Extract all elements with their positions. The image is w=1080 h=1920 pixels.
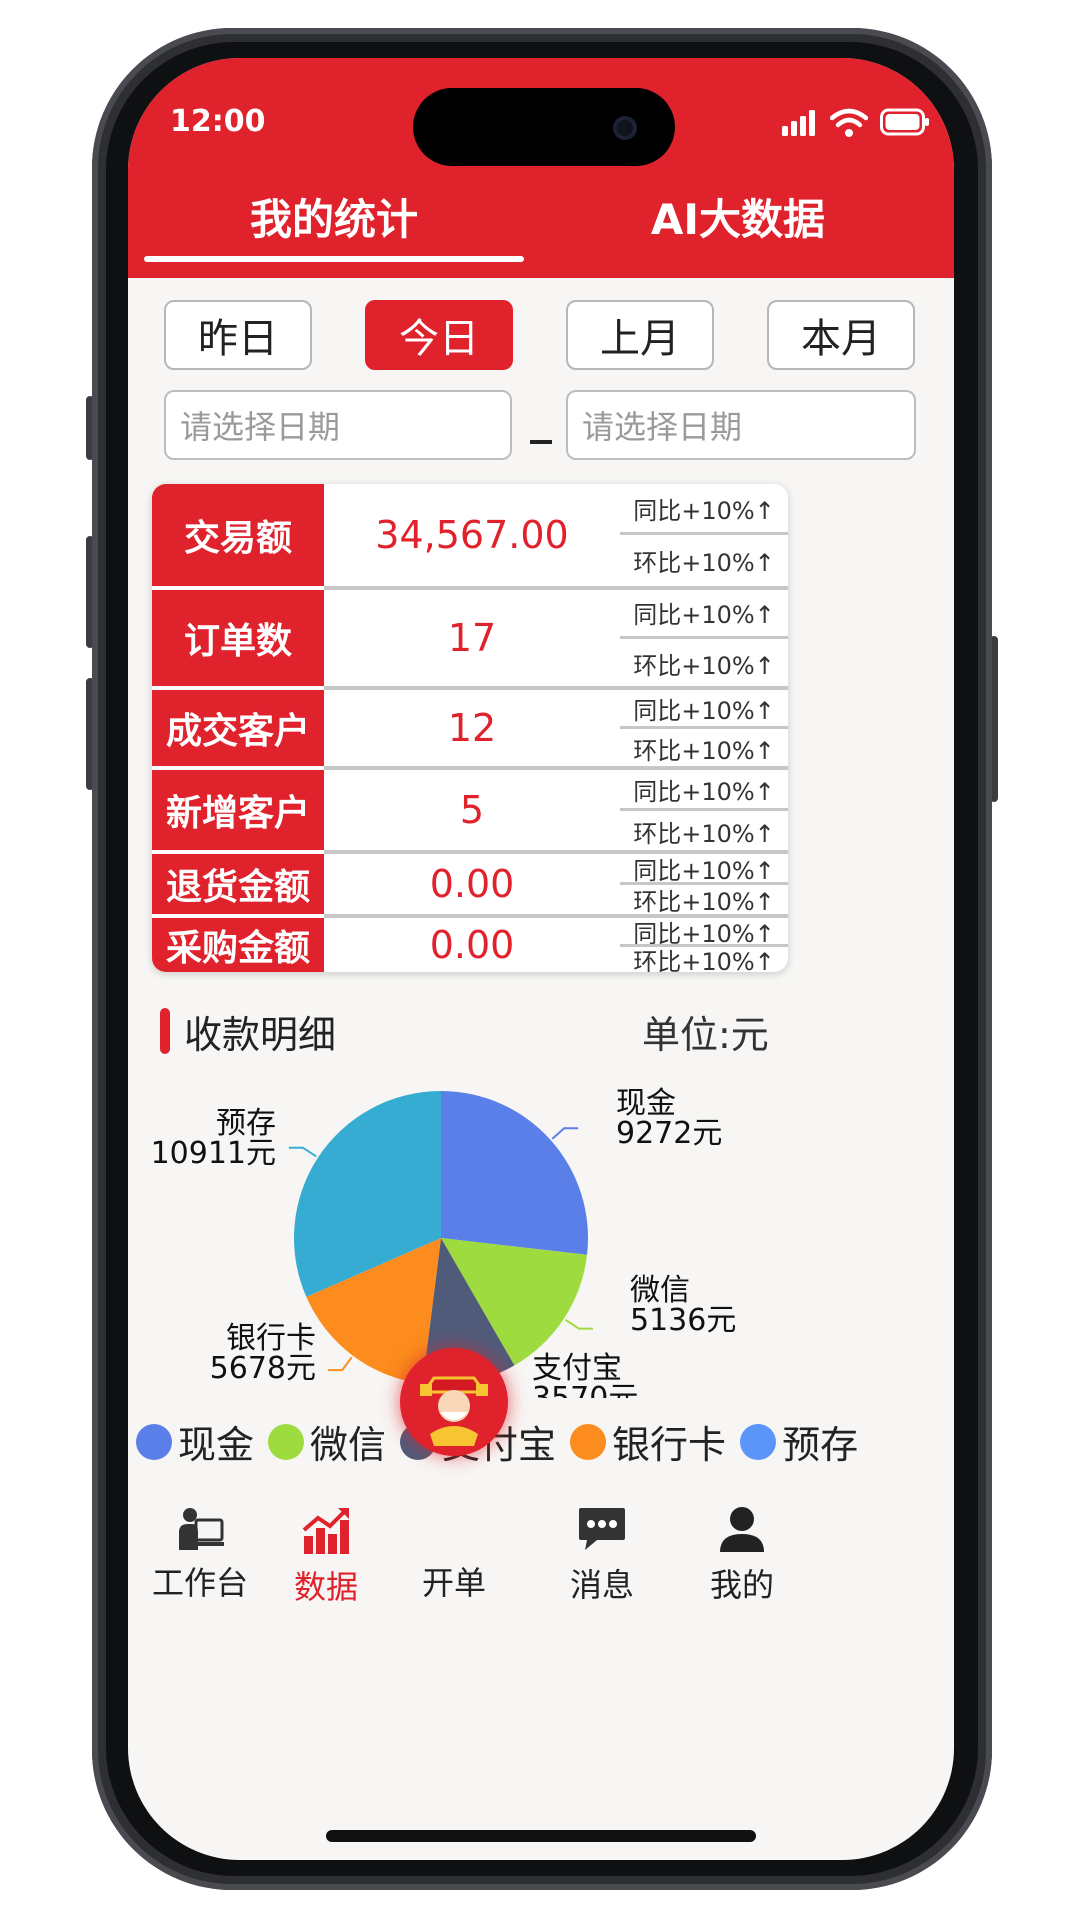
stat-yoy: 同比+10%↑ [633,600,775,629]
cmp-divider [620,636,788,639]
section-accent-bar [160,1008,170,1054]
fortune-god-icon [408,1356,500,1448]
stat-label: 交易额 [152,484,324,586]
stat-mom: 环比+10%↑ [633,549,775,577]
stat-value: 17 [447,616,497,660]
stat-yoy: 同比+10%↑ [633,696,775,725]
nav-messages[interactable]: 消息 [532,1506,672,1606]
nav-workbench[interactable]: 工作台 [130,1506,270,1604]
message-icon [579,1508,625,1550]
pie-label-value: 9272元 [616,1116,722,1151]
stat-value: 5 [459,788,485,832]
nav-data[interactable]: 数据 [256,1506,396,1608]
pie-leader-line [288,1146,317,1158]
stat-yoy: 同比+10%↑ [633,856,775,885]
pie-label-value: 3570元 [532,1381,638,1398]
legend-dot [136,1423,172,1460]
nav-new-order-label[interactable]: 开单 [384,1558,524,1604]
stat-label: 新增客户 [152,770,324,850]
legend-label: 现金 [178,1423,255,1467]
stat-label: 退货金额 [152,854,324,914]
stat-yoy: 同比+10%↑ [633,496,775,525]
pie-label-value: 10911元 [151,1136,276,1171]
home-indicator[interactable] [326,1830,756,1842]
signal-icon [782,110,815,136]
tab-my-stats[interactable]: 我的统计 [144,186,524,247]
legend-item-wechat[interactable]: 微信 [268,1414,386,1469]
wifi-icon [830,108,868,137]
filter-yesterday-button[interactable]: 昨日 [164,300,312,370]
new-order-button[interactable] [400,1348,508,1456]
legend-dot [740,1423,777,1460]
chart-legend: 现金 微信 支付宝 银行卡 预存 [136,1414,954,1469]
legend-item-cash[interactable]: 现金 [136,1414,254,1469]
legend-dot [268,1423,305,1460]
stat-yoy: 同比+10%↑ [633,919,775,948]
legend-dot [570,1423,607,1460]
phone-screen: 12:00 我的统计 AI大数据 昨日 今日 上月 本月 请选择日期 请选择日期… [128,58,954,1860]
start-date-input[interactable]: 请选择日期 [164,390,512,460]
legend-label: 银行卡 [612,1423,727,1467]
stat-mom: 环比+10%↑ [633,651,775,680]
stat-value: 34,567.00 [375,513,569,557]
cmp-divider [620,808,788,811]
pie-leader-line [564,1318,593,1330]
filter-today-button[interactable]: 今日 [365,300,513,370]
stat-value: 0.00 [429,862,515,906]
legend-label: 微信 [310,1423,387,1467]
data-chart-icon [302,1508,349,1554]
stat-mom: 环比+10%↑ [633,819,775,848]
nav-label: 消息 [569,1566,634,1604]
stat-value: 0.00 [429,923,515,967]
cmp-divider [620,726,788,729]
stat-mom: 环比+10%↑ [633,736,775,765]
camera-icon [613,116,637,140]
tab-ai-big-data[interactable]: AI大数据 [548,186,928,247]
receipts-pie-chart: 现金9272元微信5136元支付宝3570元银行卡5678元预存10911元 [151,1086,736,1398]
date-range-separator [530,440,552,444]
nav-label: 我的 [709,1566,774,1604]
nav-label: 数据 [293,1568,358,1606]
legend-label: 预存 [782,1423,859,1467]
nav-label: 工作台 [151,1564,248,1602]
legend-item-bank-card[interactable]: 银行卡 [570,1414,726,1469]
stat-label: 采购金额 [152,918,324,972]
stat-mom: 环比+10%↑ [633,948,775,972]
stat-label: 成交客户 [152,690,324,766]
workbench-icon [179,1508,224,1550]
pie-label-value: 5136元 [630,1303,736,1338]
battery-icon [880,108,929,136]
filter-this-month-button[interactable]: 本月 [767,300,915,370]
stats-card: 交易额 34,567.00 同比+10%↑ 环比+10%↑ 订单数 17 同比+… [152,484,788,972]
status-time: 12:00 [170,104,266,139]
tab-active-indicator [144,256,524,262]
pie-leader-line [328,1356,353,1372]
filter-last-month-button[interactable]: 上月 [566,300,714,370]
legend-item-prepaid[interactable]: 预存 [740,1414,858,1469]
end-date-input[interactable]: 请选择日期 [566,390,916,460]
stat-label: 订单数 [152,590,324,686]
nav-label: 开单 [421,1564,486,1602]
receipts-title: 收款明细 [184,1013,337,1057]
stat-value: 12 [447,706,497,750]
nav-profile[interactable]: 我的 [672,1506,812,1606]
pie-slice-cash[interactable] [441,1091,588,1255]
pie-leader-line [551,1127,579,1140]
pie-label-value: 5678元 [210,1351,316,1386]
unit-label: 单位:元 [642,1013,769,1057]
user-icon [720,1507,764,1552]
stat-mom: 环比+10%↑ [633,888,775,916]
stat-yoy: 同比+10%↑ [633,777,775,806]
